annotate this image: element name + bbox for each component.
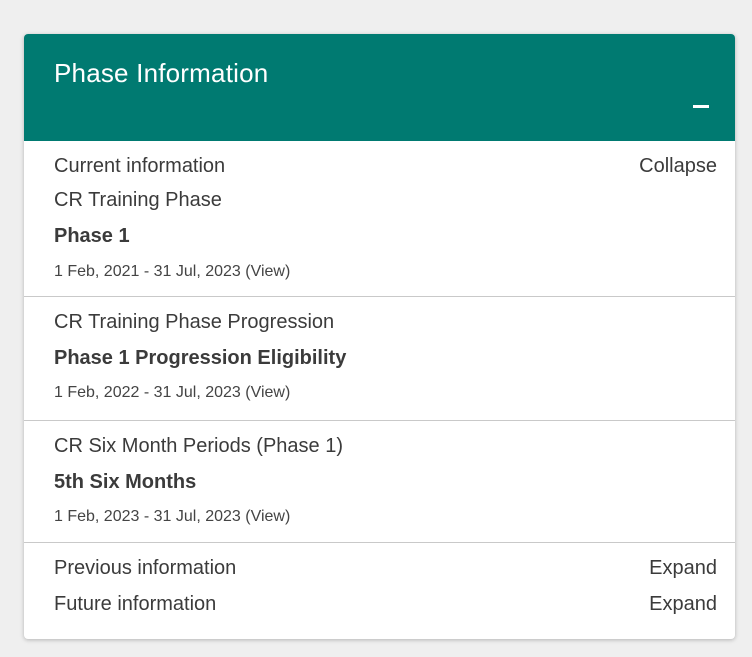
collapse-current-link[interactable]: Collapse xyxy=(639,155,717,178)
phase-dates: 1 Feb, 2023 - 31 Jul, 2023 xyxy=(54,508,246,525)
phase-dates-row: 1 Feb, 2021 - 31 Jul, 2023 (View) xyxy=(54,263,290,281)
phase-information-card: Phase Information Current information Co… xyxy=(24,34,735,639)
view-link[interactable]: (View) xyxy=(245,508,290,525)
phase-dates: 1 Feb, 2022 - 31 Jul, 2023 xyxy=(54,384,246,401)
current-information-heading: Current information xyxy=(54,155,226,177)
view-link[interactable]: (View) xyxy=(245,263,290,280)
card-title: Phase Information xyxy=(54,58,269,88)
expand-previous-link[interactable]: Expand xyxy=(649,557,717,580)
phase-category: CR Training Phase Progression xyxy=(54,311,335,333)
phase-category: CR Six Month Periods (Phase 1) xyxy=(54,435,344,457)
phase-dates-row: 1 Feb, 2023 - 31 Jul, 2023 (View) xyxy=(54,508,290,526)
six-month-periods-section: CR Six Month Periods (Phase 1) 5th Six M… xyxy=(24,421,735,543)
phase-name: Phase 1 xyxy=(54,225,130,247)
previous-information-label: Previous information xyxy=(54,557,237,579)
minus-icon[interactable] xyxy=(691,93,711,119)
phase-dates-row: 1 Feb, 2022 - 31 Jul, 2023 (View) xyxy=(54,384,290,402)
phase-dates: 1 Feb, 2021 - 31 Jul, 2023 xyxy=(54,263,246,280)
expand-future-link[interactable]: Expand xyxy=(649,593,717,616)
current-information-section: Current information Collapse CR Training… xyxy=(24,141,735,297)
phase-category: CR Training Phase xyxy=(54,189,222,211)
future-information-label: Future information xyxy=(54,593,217,615)
other-information-section: Previous information Expand Future infor… xyxy=(24,543,735,639)
phase-name: Phase 1 Progression Eligibility xyxy=(54,347,347,369)
phase-progression-section: CR Training Phase Progression Phase 1 Pr… xyxy=(24,297,735,421)
phase-name: 5th Six Months xyxy=(54,471,197,493)
card-header: Phase Information xyxy=(24,34,735,141)
view-link[interactable]: (View) xyxy=(245,384,290,401)
